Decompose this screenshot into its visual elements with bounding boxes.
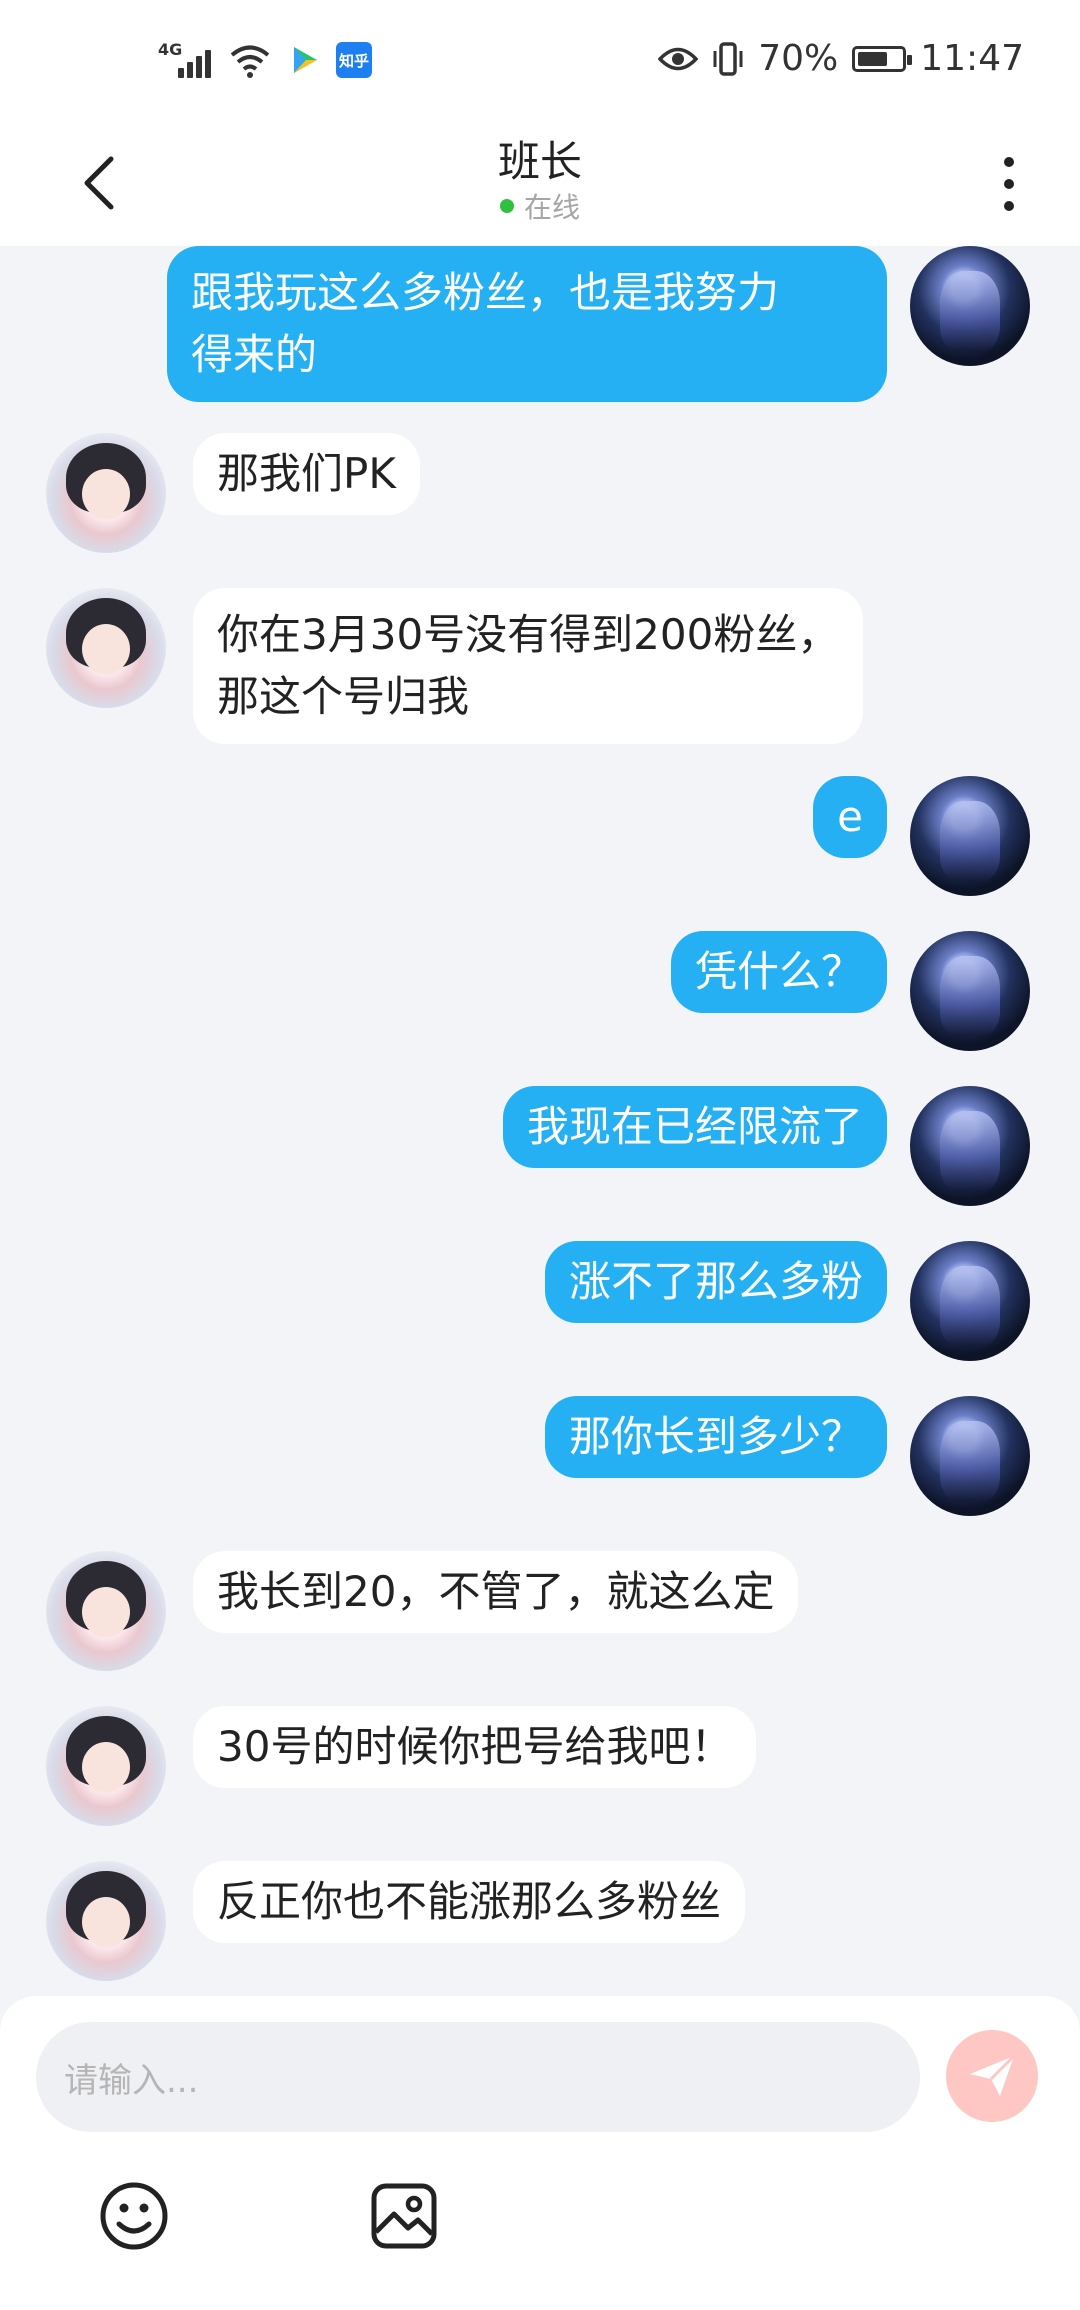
smiley-icon [100, 2182, 168, 2250]
zhihu-icon: 知乎 [336, 42, 372, 78]
my-avatar[interactable] [910, 246, 1030, 366]
message-bubble: 涨不了那么多粉 [544, 1241, 887, 1323]
chat-title: 班长 [497, 137, 582, 186]
image-button[interactable] [364, 2176, 444, 2256]
send-icon [970, 2054, 1016, 2096]
my-avatar[interactable] [910, 1396, 1030, 1516]
status-left: 4G 知乎 [158, 40, 372, 80]
contact-avatar[interactable] [46, 1551, 166, 1671]
video-app-icon [294, 47, 317, 73]
app-badge-label: 知乎 [338, 51, 369, 70]
my-avatar[interactable] [910, 1241, 1030, 1361]
message-bubble: 凭什么？ [670, 931, 887, 1013]
presence-status: 在线 [0, 186, 1080, 226]
message-bubble: 那我们PK [193, 433, 420, 515]
online-dot-icon [499, 199, 514, 213]
cell-signal-icon: 4G [158, 40, 214, 80]
battery-fill [858, 51, 888, 66]
emoji-button[interactable] [94, 2176, 174, 2256]
image-icon [371, 2183, 437, 2249]
message-bubble: 我现在已经限流了 [502, 1086, 887, 1168]
message-bubble: 跟我玩这么多粉丝，也是我努力 得来的 [167, 246, 887, 402]
vibrate-icon [713, 41, 743, 76]
status-right: 70% 11:47 [658, 38, 1024, 79]
message-input[interactable]: 请输入... [36, 2022, 920, 2132]
chat-header: 班长 在线 [0, 118, 1080, 246]
message-list: 跟我玩这么多粉丝，也是我努力 得来的 那我们PK 你在3月30号没有得到200粉… [0, 246, 1080, 1996]
send-button[interactable] [946, 2030, 1038, 2122]
my-avatar[interactable] [910, 931, 1030, 1051]
composer: 请输入... [0, 1996, 1080, 2310]
status-bar: 4G 知乎 70% 11:47 [0, 0, 1080, 118]
wifi-icon [230, 45, 270, 78]
contact-avatar[interactable] [46, 433, 166, 553]
message-bubble: 你在3月30号没有得到200粉丝， 那这个号归我 [193, 588, 864, 744]
battery-percent: 70% [758, 38, 839, 79]
contact-avatar[interactable] [46, 1706, 166, 1826]
more-vertical-icon [1004, 157, 1014, 167]
message-input-placeholder: 请输入... [64, 2060, 199, 2101]
message-bubble: 那你长到多少？ [544, 1396, 887, 1478]
clock: 11:47 [920, 38, 1024, 79]
network-type: 4G [158, 40, 183, 59]
more-button[interactable] [984, 144, 1034, 224]
battery-icon [852, 45, 913, 72]
presence-label: 在线 [523, 191, 580, 224]
message-bubble: e [813, 776, 887, 858]
message-bubble: 反正你也不能涨那么多粉丝 [193, 1861, 746, 1943]
contact-avatar[interactable] [46, 588, 166, 708]
eye-icon [658, 47, 699, 70]
message-bubble: 30号的时候你把号给我吧！ [193, 1706, 757, 1788]
message-bubble: 我长到20，不管了，就这么定 [193, 1551, 799, 1633]
my-avatar[interactable] [910, 1086, 1030, 1206]
my-avatar[interactable] [910, 776, 1030, 896]
contact-avatar[interactable] [46, 1861, 166, 1981]
